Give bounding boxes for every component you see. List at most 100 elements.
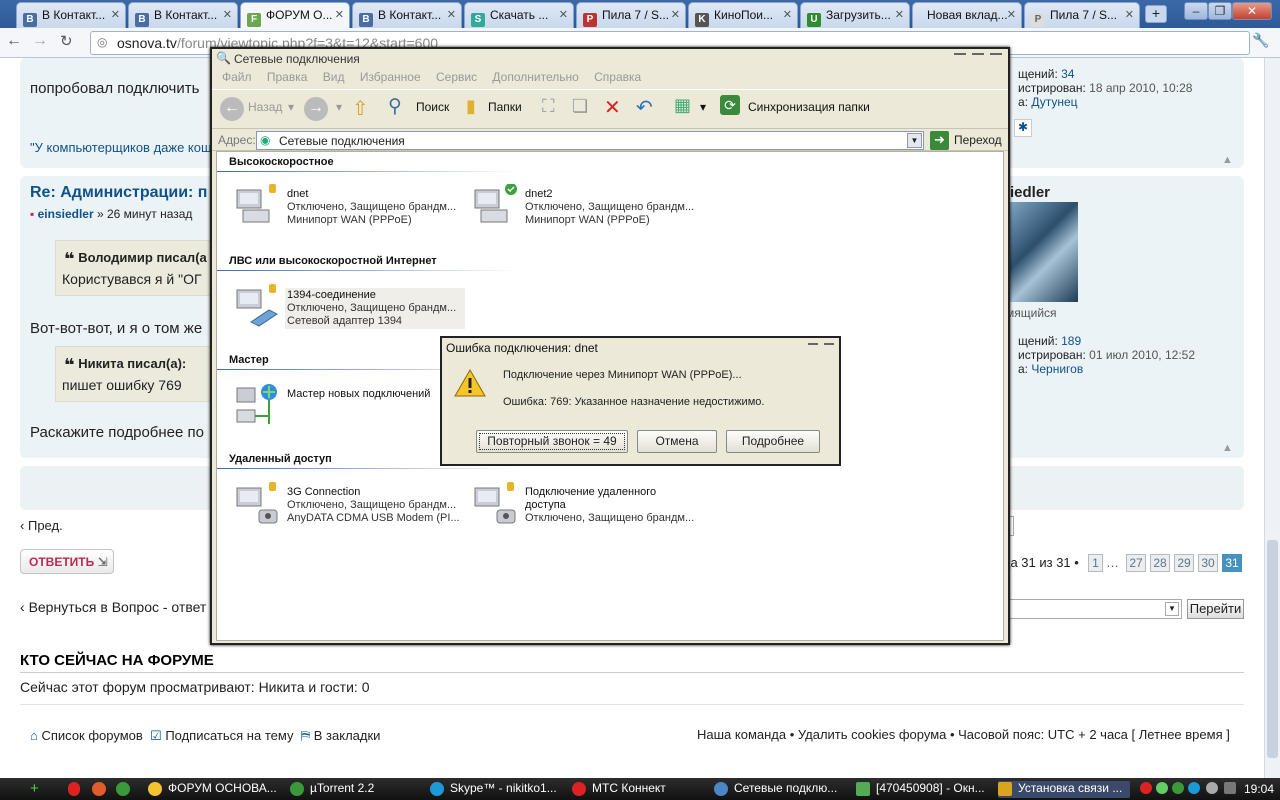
maximize-icon[interactable]: [972, 53, 984, 63]
top-arrow-icon[interactable]: ▲: [1222, 442, 1233, 454]
folders-button[interactable]: Папки: [488, 100, 522, 114]
clock[interactable]: 19:04: [1244, 782, 1274, 796]
subscribe-link[interactable]: Подписаться на тему: [165, 728, 293, 743]
move-icon[interactable]: ⛶: [542, 96, 555, 117]
delete-icon[interactable]: ✕: [604, 95, 621, 120]
cancel-button[interactable]: Отмена: [637, 430, 717, 453]
quicklaunch-icon[interactable]: [92, 782, 106, 796]
tray-icon[interactable]: [1172, 782, 1184, 794]
computer-network-icon[interactable]: [235, 184, 279, 228]
tray-icon[interactable]: [1206, 782, 1218, 794]
chevron-down-icon[interactable]: ▾: [288, 100, 294, 114]
task-mts[interactable]: МТС Коннект: [572, 781, 704, 798]
tray-icon[interactable]: [1140, 782, 1152, 794]
tab-saw-1[interactable]: P Пила 7 / S... ✕: [576, 2, 686, 28]
undo-icon[interactable]: ↶: [636, 95, 653, 120]
profile-name[interactable]: iedler: [1010, 184, 1050, 201]
details-button[interactable]: Подробнее: [726, 430, 820, 453]
close-icon[interactable]: ✕: [559, 8, 568, 21]
maximize-button[interactable]: ❐: [1208, 2, 1232, 20]
page-current-31[interactable]: 31: [1222, 554, 1242, 572]
back-icon[interactable]: ←: [220, 97, 244, 121]
reply-button[interactable]: ОТВЕТИТЬ ⇲: [20, 549, 114, 574]
minimize-button[interactable]: –: [1184, 2, 1208, 20]
task-utorrent[interactable]: µTorrent 2.2: [290, 781, 422, 798]
task-skype[interactable]: Skype™ - nikitko1...: [430, 781, 562, 798]
page-link-30[interactable]: 30: [1198, 554, 1218, 572]
dialup-modem-icon[interactable]: [235, 482, 279, 526]
page-scrollbar[interactable]: [1264, 58, 1280, 778]
dialog-titlebar[interactable]: Ошибка подключения: dnet: [442, 338, 839, 358]
tab-upload[interactable]: U Загрузить... ✕: [800, 2, 910, 28]
redial-button[interactable]: Повторный звонок = 49: [476, 430, 628, 453]
close-icon[interactable]: ✕: [111, 8, 120, 21]
back-button[interactable]: Назад: [248, 100, 282, 114]
network-adapter-icon[interactable]: [235, 284, 279, 328]
close-window-button[interactable]: ✕: [1232, 2, 1272, 20]
menu-help[interactable]: Справка: [594, 70, 641, 84]
posts-count[interactable]: 189: [1061, 334, 1081, 348]
back-link[interactable]: ‹ Вернуться в Вопрос - ответ: [20, 599, 206, 615]
tab-vkontakte-1[interactable]: B В Контакт... ✕: [16, 2, 126, 28]
new-tab-button[interactable]: +: [1145, 5, 1167, 23]
sync-folder-button[interactable]: Синхронизация папки: [748, 100, 870, 114]
prev-link[interactable]: ‹ Пред.: [20, 518, 63, 533]
page-link-28[interactable]: 28: [1150, 554, 1170, 572]
task-window[interactable]: [470450908] - Окн...: [856, 781, 988, 798]
tab-vkontakte-3[interactable]: B В Контакт... ✕: [352, 2, 462, 28]
bookmark-link[interactable]: В закладки: [314, 728, 381, 743]
go-arrow-icon[interactable]: ➜: [930, 131, 949, 150]
page-link-27[interactable]: 27: [1126, 554, 1146, 572]
menu-favorites[interactable]: Избранное: [360, 70, 421, 84]
close-icon[interactable]: [824, 343, 834, 345]
tab-vkontakte-2[interactable]: B В Контакт... ✕: [128, 2, 238, 28]
connection-1394[interactable]: 1394-соединение Отключено, Защищено бран…: [285, 288, 465, 329]
page-link-1[interactable]: 1: [1088, 554, 1103, 572]
menu-tools[interactable]: Сервис: [436, 70, 477, 84]
window-titlebar[interactable]: 🔍 Сетевые подключения: [212, 49, 1008, 69]
minimize-icon[interactable]: [808, 343, 818, 345]
menu-view[interactable]: Вид: [323, 70, 345, 84]
menu-advanced[interactable]: Дополнительно: [492, 70, 578, 84]
task-forum[interactable]: ФОРУМ ОСНОВА...: [148, 781, 280, 798]
search-icon[interactable]: ⚲: [388, 95, 402, 118]
close-icon[interactable]: ✕: [895, 8, 904, 21]
volume-icon[interactable]: [1224, 782, 1236, 794]
close-icon[interactable]: ✕: [335, 8, 344, 21]
close-icon[interactable]: [990, 53, 1002, 63]
tab-saw-2[interactable]: P Пила 7 / S... ✕: [1024, 2, 1140, 28]
address-input[interactable]: ◉ Сетевые подключения ▼: [256, 131, 924, 150]
jump-select[interactable]: ▼: [1006, 599, 1182, 619]
go-button[interactable]: Перейти: [1187, 599, 1244, 619]
close-icon[interactable]: ✕: [671, 8, 680, 21]
close-icon[interactable]: ✕: [1007, 8, 1016, 21]
copy-icon[interactable]: ❏: [572, 96, 588, 117]
tab-new[interactable]: Новая вклад... ✕: [912, 2, 1022, 28]
task-connecting[interactable]: Установка связи ...: [998, 781, 1130, 798]
start-icon[interactable]: +: [30, 780, 39, 797]
computer-network-icon[interactable]: [473, 183, 517, 228]
search-button[interactable]: Поиск: [416, 100, 449, 114]
task-network-connections[interactable]: Сетевые подклю...: [714, 781, 846, 798]
minimize-icon[interactable]: [954, 53, 966, 63]
menu-file[interactable]: Файл: [222, 70, 252, 84]
go-button[interactable]: Переход: [954, 133, 1002, 147]
back-icon[interactable]: ←: [6, 32, 22, 50]
folders-icon[interactable]: ▮: [466, 96, 476, 117]
chevron-down-icon[interactable]: ▾: [700, 100, 706, 114]
up-folder-icon[interactable]: ⇧: [352, 96, 369, 121]
top-arrow-icon[interactable]: ▲: [1222, 154, 1233, 166]
dialup-modem-icon[interactable]: [473, 482, 517, 526]
forum-index-link[interactable]: Список форумов: [41, 728, 142, 743]
menu-edit[interactable]: Правка: [267, 70, 308, 84]
page-link-29[interactable]: 29: [1174, 554, 1194, 572]
posts-count[interactable]: 34: [1061, 67, 1074, 81]
utorrent-icon[interactable]: [116, 782, 130, 796]
footer-links-right[interactable]: Наша команда • Удалить cookies форума • …: [697, 727, 1230, 742]
reload-icon[interactable]: ↻: [60, 32, 73, 50]
connection-dnet[interactable]: dnet Отключено, Защищено брандм... Минип…: [287, 188, 456, 227]
close-icon[interactable]: ✕: [447, 8, 456, 21]
chevron-down-icon[interactable]: ▼: [907, 133, 922, 148]
tray-icon[interactable]: [1156, 782, 1168, 794]
wrench-icon[interactable]: 🔧: [1252, 32, 1269, 49]
